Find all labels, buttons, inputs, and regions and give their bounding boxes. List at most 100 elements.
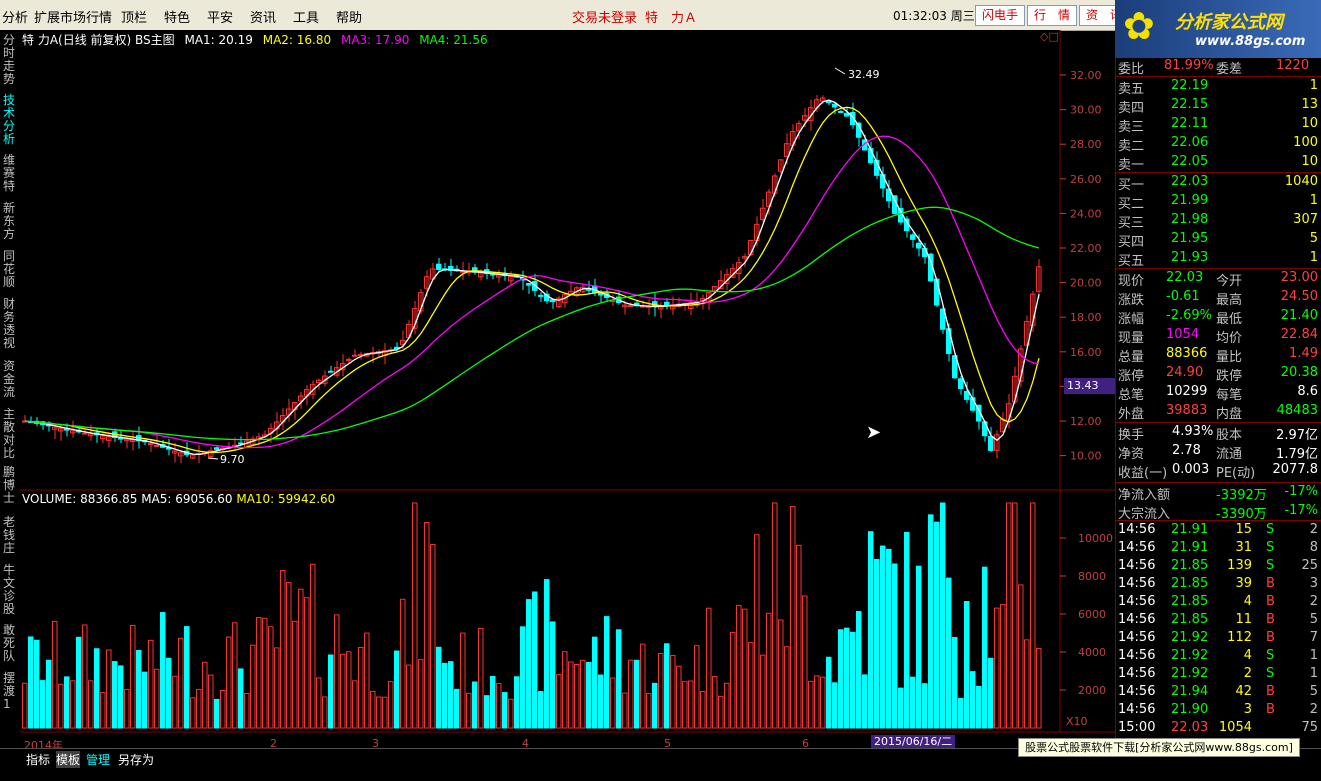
tick-count: 8 xyxy=(1309,540,1318,555)
tick-side: S xyxy=(1266,540,1275,555)
finance-value: 1.79亿 xyxy=(1276,447,1318,462)
tick-side: S xyxy=(1266,522,1275,537)
quote-value: 10299 xyxy=(1166,384,1208,399)
finance-value: 4.93% xyxy=(1172,424,1214,439)
candle-body xyxy=(82,432,88,435)
buy-row: 买三 21.98 307 xyxy=(1116,212,1321,231)
volume-bar xyxy=(862,674,868,729)
volume-bar xyxy=(472,681,478,729)
volume-bar xyxy=(550,621,556,729)
volume-bar xyxy=(856,611,862,729)
tick-count: 75 xyxy=(1301,720,1318,735)
wei-bi-row: 委比 81.99% 委差 1220 xyxy=(1116,58,1321,77)
tick-side: S xyxy=(1266,666,1275,681)
quote-value: 48483 xyxy=(1276,403,1318,418)
candle-body xyxy=(328,370,334,373)
volume-bar xyxy=(28,636,34,729)
quote-label: 均价 xyxy=(1216,331,1243,346)
volume-bar xyxy=(916,565,922,729)
volume-bar xyxy=(928,514,934,729)
tab-templates[interactable]: 模板 xyxy=(56,751,81,768)
volume-bar xyxy=(160,612,166,729)
volume-title-bar: VOLUME: 88366.85 MA5: 69056.60 MA10: 599… xyxy=(22,492,335,506)
quote-label: 最低 xyxy=(1216,312,1243,327)
candle-body xyxy=(436,263,442,270)
buy-price: 21.93 xyxy=(1171,250,1209,265)
volume-bar xyxy=(586,661,592,729)
sell-row: 卖一 22.05 10 xyxy=(1116,154,1321,173)
tick-row: 14:56 21.92 112 B 7 xyxy=(1116,630,1321,648)
site-logo: ✿ 分析家公式网 www.88gs.com xyxy=(1115,0,1321,58)
volume-bar xyxy=(886,548,892,729)
sell-row: 卖四 22.15 13 xyxy=(1116,97,1321,116)
tick-side: S xyxy=(1266,648,1275,663)
volume-bar xyxy=(448,661,454,729)
volume-bar xyxy=(880,545,886,729)
candle-body xyxy=(538,294,544,297)
buy-row: 买五 21.93 1 xyxy=(1116,250,1321,269)
tick-price: 21.85 xyxy=(1171,558,1209,573)
volume-bar xyxy=(118,665,124,729)
tick-volume: 4 xyxy=(1243,594,1252,609)
volume-bar xyxy=(844,627,850,729)
volume-bar xyxy=(238,668,244,729)
tick-time: 14:56 xyxy=(1118,666,1156,681)
sell-level-label: 卖四 xyxy=(1118,101,1145,116)
price-tick: 24.00 xyxy=(1070,207,1102,220)
wei-cha-value: 1220 xyxy=(1276,58,1310,73)
quote-label: 涨幅 xyxy=(1118,312,1145,327)
chart-area[interactable]: 32.00 30.00 28.00 26.00 24.00 22.00 20.00 18.00… xyxy=(0,0,1115,748)
volume-bar xyxy=(34,639,40,729)
finance-label: PE(动) xyxy=(1216,466,1256,481)
candle-body xyxy=(214,447,220,450)
volume-bar xyxy=(394,650,400,729)
candle-body xyxy=(934,278,940,306)
volume-tick: 8000 xyxy=(1078,570,1106,583)
tick-row: 14:56 21.85 139 S 25 xyxy=(1116,558,1321,576)
buy-volume: 1 xyxy=(1309,250,1318,265)
quote-label: 现价 xyxy=(1118,274,1145,289)
panel-control-icons[interactable]: ◇□ xyxy=(1040,30,1059,43)
tab-manage[interactable]: 管理 xyxy=(86,751,110,768)
ma1-label: MA1: 20.19 xyxy=(184,33,253,47)
volume-bar xyxy=(76,636,82,729)
tick-row: 15:00 22.03 1054 75 xyxy=(1116,720,1321,738)
tab-save-as[interactable]: 另存为 xyxy=(118,751,154,768)
candle-body xyxy=(526,282,532,286)
tick-price: 22.03 xyxy=(1171,720,1209,735)
quote-value: 24.50 xyxy=(1280,289,1318,304)
quote-value: 22.84 xyxy=(1280,327,1318,342)
price-tick: 20.00 xyxy=(1070,277,1102,290)
candle-body xyxy=(988,435,994,451)
tab-indicators[interactable]: 指标 xyxy=(26,751,50,768)
candle-body xyxy=(664,301,670,306)
volume-title: VOLUME: 88366.85 xyxy=(22,492,138,506)
sell-row: 卖二 22.06 100 xyxy=(1116,135,1321,154)
logo-url: www.88gs.com xyxy=(1195,34,1306,49)
candle-body xyxy=(238,442,244,445)
quote-label: 每笔 xyxy=(1216,388,1243,403)
volume-bar xyxy=(514,676,520,729)
volume-ma10: MA10: 59942.60 xyxy=(236,492,336,506)
low-price-label: 9.70 xyxy=(220,453,245,466)
price-tick: 28.00 xyxy=(1070,138,1102,151)
volume-bar xyxy=(958,697,964,729)
footer-advert[interactable]: 股票公式股票软件下载[分析家公式网www.88gs.com] xyxy=(1018,738,1300,757)
finance-label: 换手 xyxy=(1118,428,1145,443)
volume-bar xyxy=(484,695,490,729)
volume-bar xyxy=(934,521,940,729)
high-price-label: 32.49 xyxy=(848,68,880,81)
volume-bar xyxy=(850,631,856,729)
sell-volume: 100 xyxy=(1293,135,1318,150)
tick-time: 14:56 xyxy=(1118,684,1156,699)
flow-row: 净流入额 -3392万 -17% xyxy=(1116,484,1321,503)
tick-time: 14:56 xyxy=(1118,558,1156,573)
logo-title: 分析家公式网 xyxy=(1175,12,1283,33)
volume-tick: 4000 xyxy=(1078,646,1106,659)
volume-bar xyxy=(940,502,946,729)
tick-count: 2 xyxy=(1309,522,1318,537)
finance-value: 2.97亿 xyxy=(1276,428,1318,443)
tick-row: 14:56 21.85 4 B 2 xyxy=(1116,594,1321,612)
finance-label: 流通 xyxy=(1216,447,1243,462)
volume-bar xyxy=(598,674,604,729)
